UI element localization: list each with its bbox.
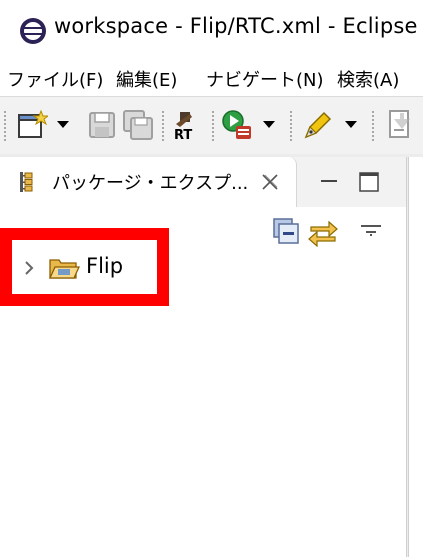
workbench: パッケージ・エクスプ... bbox=[0, 154, 423, 557]
highlight-box bbox=[0, 228, 169, 306]
menu-navigate[interactable]: ナビゲート(N) bbox=[206, 66, 324, 92]
collapse-all-icon[interactable] bbox=[272, 217, 300, 245]
close-icon[interactable] bbox=[259, 171, 281, 193]
toolbar-separator bbox=[4, 111, 8, 141]
rtc-builder-icon[interactable]: RT bbox=[172, 109, 204, 141]
menu-search[interactable]: 検索(A) bbox=[337, 66, 399, 92]
tab-package-explorer[interactable]: パッケージ・エクスプ... bbox=[0, 157, 297, 207]
pen-tool-icon[interactable] bbox=[302, 109, 334, 141]
menu-bar: ファイル(F) 編集(E) ナビゲート(N) 検索(A) bbox=[0, 62, 423, 96]
tab-label: パッケージ・エクスプ... bbox=[52, 173, 249, 194]
minimize-icon[interactable] bbox=[318, 171, 340, 193]
title-bar: workspace - Flip/RTC.xml - Eclipse bbox=[0, 0, 423, 62]
maximize-icon[interactable] bbox=[358, 171, 380, 193]
svg-text:RT: RT bbox=[174, 128, 192, 141]
save-icon[interactable] bbox=[86, 109, 118, 141]
editor-area bbox=[408, 157, 423, 557]
eclipse-icon bbox=[20, 18, 46, 44]
menu-edit[interactable]: 編集(E) bbox=[116, 66, 177, 92]
toolbar-separator bbox=[290, 111, 294, 141]
view-menu-icon[interactable] bbox=[360, 223, 382, 237]
new-icon[interactable] bbox=[16, 109, 48, 141]
package-explorer-icon bbox=[20, 172, 33, 192]
package-explorer-panel: パッケージ・エクスプ... bbox=[0, 157, 407, 557]
run-icon[interactable] bbox=[221, 109, 253, 141]
toolbar-separator bbox=[212, 111, 216, 141]
menu-file[interactable]: ファイル(F) bbox=[7, 66, 103, 92]
import-icon[interactable] bbox=[382, 109, 414, 141]
pen-dropdown-arrow[interactable] bbox=[345, 121, 357, 128]
main-toolbar: RT bbox=[0, 96, 423, 155]
link-with-editor-icon[interactable] bbox=[307, 217, 339, 247]
save-all-icon[interactable] bbox=[122, 109, 154, 141]
run-dropdown-arrow[interactable] bbox=[263, 121, 275, 128]
new-dropdown-arrow[interactable] bbox=[57, 121, 69, 128]
toolbar-separator bbox=[372, 111, 376, 141]
toolbar-separator bbox=[162, 111, 166, 141]
panel-tab-row: パッケージ・エクスプ... bbox=[0, 157, 406, 207]
window-title: workspace - Flip/RTC.xml - Eclipse bbox=[54, 14, 418, 38]
